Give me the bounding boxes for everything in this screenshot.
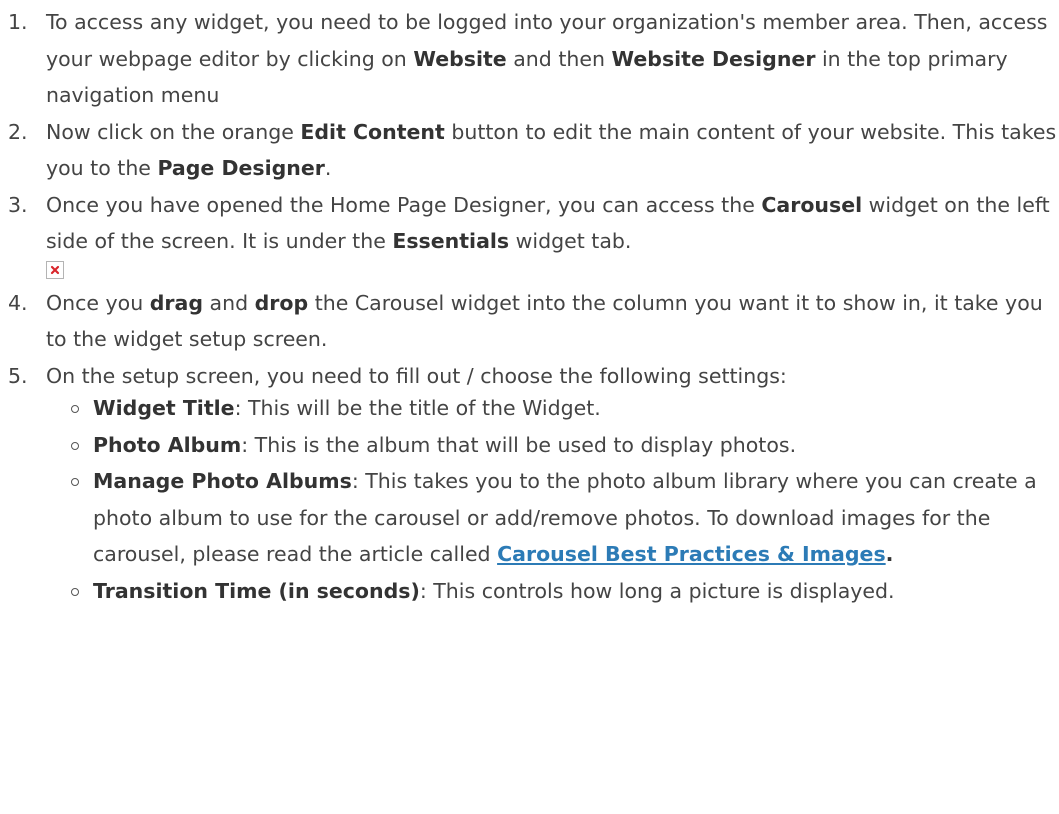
step-4: 4. Once you drag and drop the Carousel w… <box>0 285 1059 358</box>
step-text: Once you have opened the Home Page Desig… <box>46 192 1050 254</box>
step-5: 5. On the setup screen, you need to fill… <box>0 358 1059 395</box>
setting-name: Transition Time (in seconds) <box>93 578 420 603</box>
edit-content-term: Edit Content <box>300 119 445 144</box>
step-text: Once you drag and drop the Carousel widg… <box>46 290 1043 352</box>
trailing-period: . <box>885 542 894 566</box>
setting-name: Manage Photo Albums <box>93 469 352 493</box>
setting-description: : This is the album that will be used to… <box>241 432 797 457</box>
settings-list: Widget Title: This will be the title of … <box>0 390 1059 609</box>
setting-widget-title: Widget Title: This will be the title of … <box>0 390 1059 427</box>
bullet-icon <box>71 478 79 486</box>
setting-name: Photo Album <box>93 432 242 457</box>
step-2: 2. Now click on the orange Edit Content … <box>0 114 1059 187</box>
instruction-steps: 1. To access any widget, you need to be … <box>0 4 1059 394</box>
step-text: On the setup screen, you need to fill ou… <box>46 363 787 388</box>
carousel-best-practices-link[interactable]: Carousel Best Practices & Images <box>497 542 886 566</box>
broken-image-icon <box>46 260 64 279</box>
website-menu-term: Website <box>413 46 507 71</box>
setting-transition-time: Transition Time (in seconds): This contr… <box>0 573 1059 610</box>
step-number: 4. <box>8 290 28 315</box>
step-number: 5. <box>8 363 28 388</box>
essentials-term: Essentials <box>392 229 510 253</box>
carousel-term: Carousel <box>761 192 863 217</box>
step-number: 2. <box>8 119 28 144</box>
step-text: To access any widget, you need to be log… <box>46 10 1048 107</box>
drag-term: drag <box>149 290 204 315</box>
step-number: 1. <box>8 10 28 34</box>
setting-description: : This controls how long a picture is di… <box>419 578 895 603</box>
step-3: 3. Once you have opened the Home Page De… <box>0 187 1059 279</box>
bullet-icon <box>71 441 79 450</box>
step-number: 3. <box>8 192 28 217</box>
bullet-icon <box>71 587 79 596</box>
bullet-icon <box>71 405 79 413</box>
setting-description: : This will be the title of the Widget. <box>234 396 601 420</box>
step-text: Now click on the orange Edit Content but… <box>46 119 1057 181</box>
drop-term: drop <box>254 290 309 315</box>
setting-manage-photo-albums: Manage Photo Albums: This takes you to t… <box>0 463 1059 573</box>
setting-photo-album: Photo Album: This is the album that will… <box>0 427 1059 464</box>
page-designer-term: Page Designer <box>157 156 325 180</box>
website-designer-term: Website Designer <box>611 46 816 71</box>
setting-name: Widget Title <box>93 396 235 420</box>
step-1: 1. To access any widget, you need to be … <box>0 4 1059 114</box>
